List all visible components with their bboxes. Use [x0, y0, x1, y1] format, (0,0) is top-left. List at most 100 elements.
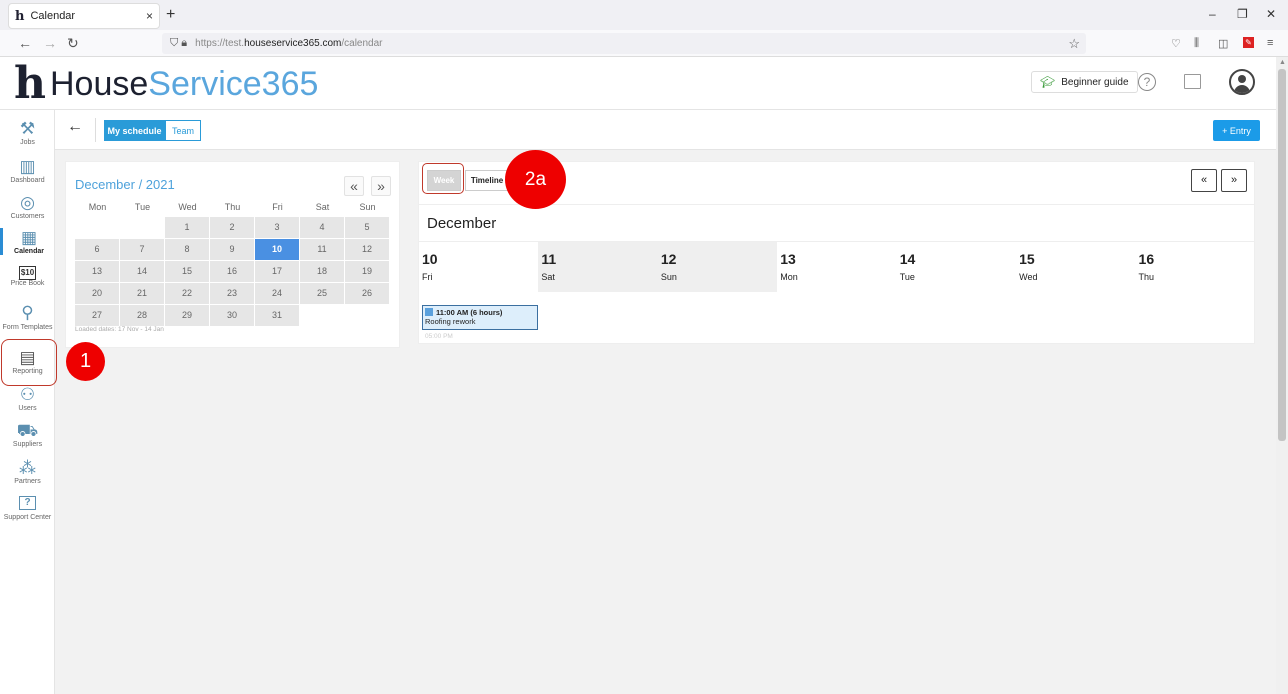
- day-cell[interactable]: 16: [210, 261, 254, 282]
- day-cell[interactable]: 25: [300, 283, 344, 304]
- scroll-up-icon[interactable]: ▲: [1279, 59, 1286, 66]
- day-header[interactable]: 14 Tue: [897, 242, 1016, 292]
- week-row: 12345: [75, 217, 391, 238]
- prev-week-button[interactable]: «: [1191, 169, 1217, 192]
- page-scrollbar[interactable]: ▲: [1276, 57, 1288, 694]
- day-cell[interactable]: 9: [210, 239, 254, 260]
- partners-icon: ⁂: [19, 458, 36, 477]
- timeline-view-button[interactable]: Timeline: [465, 170, 509, 191]
- sidebar-item-suppliers[interactable]: ⛟ Suppliers: [0, 421, 55, 448]
- sidebar-item-label: Suppliers: [12, 441, 43, 448]
- day-cell[interactable]: 6: [75, 239, 119, 260]
- team-button[interactable]: Team: [165, 120, 201, 141]
- day-cell[interactable]: 2: [210, 217, 254, 238]
- day-cell[interactable]: 15: [165, 261, 209, 282]
- day-cell[interactable]: 4: [300, 217, 344, 238]
- file-icon[interactable]: [1184, 74, 1201, 89]
- bookmark-star-icon[interactable]: ☆: [1068, 36, 1080, 52]
- app-logo[interactable]: h House Service365: [14, 62, 318, 106]
- day-cell[interactable]: 18: [300, 261, 344, 282]
- day-columns: 10 Fri 11 Sat 12 Sun 13 Mon 14 Tue 15 Wed 16 Thu: [419, 242, 1255, 292]
- prev-month-button[interactable]: «: [344, 176, 364, 196]
- sidebar-item-support-center[interactable]: ? Support Center: [0, 496, 55, 522]
- day-header[interactable]: 11 Sat: [538, 242, 658, 292]
- window-close-icon[interactable]: ✕: [1266, 7, 1276, 21]
- sidebar-item-form-templates[interactable]: ⚲ Form Templates: [0, 303, 55, 332]
- day-cell[interactable]: 26: [345, 283, 389, 304]
- close-tab-icon[interactable]: ×: [146, 9, 153, 23]
- calendar-event[interactable]: 11:00 AM (6 hours) Roofing rework: [422, 305, 538, 330]
- restore-icon[interactable]: ❐: [1237, 7, 1248, 21]
- minimize-icon[interactable]: –: [1209, 7, 1216, 21]
- sidebar-item-price-book[interactable]: $10 Price Book: [0, 266, 55, 287]
- day-cell[interactable]: 11: [300, 239, 344, 260]
- week-row: 20 21 22 23 24 25 26: [75, 283, 391, 304]
- sidebar-item-users[interactable]: ⚇ Users: [0, 385, 55, 412]
- day-cell[interactable]: 30: [210, 305, 254, 326]
- day-cell[interactable]: 28: [120, 305, 164, 326]
- address-field[interactable]: ⛉ 🔒︎ https://test. houseservice365.com/ca…: [162, 33, 1086, 54]
- sidebar-item-customers[interactable]: ◎ Customers: [0, 193, 55, 220]
- day-cell[interactable]: 19: [345, 261, 389, 282]
- day-cell[interactable]: 20: [75, 283, 119, 304]
- favicon-icon: h: [15, 8, 25, 24]
- browser-tab[interactable]: h Calendar ×: [8, 3, 160, 29]
- day-cell[interactable]: 22: [165, 283, 209, 304]
- help-icon[interactable]: ?: [1138, 73, 1156, 91]
- job-icon: [425, 308, 433, 316]
- day-cell[interactable]: 1: [165, 217, 209, 238]
- day-header[interactable]: 15 Wed: [1016, 242, 1135, 292]
- day-cell[interactable]: 13: [75, 261, 119, 282]
- day-header[interactable]: 16 Thu: [1136, 242, 1255, 292]
- day-cell[interactable]: 7: [120, 239, 164, 260]
- back-arrow-icon[interactable]: ←: [18, 35, 32, 51]
- day-cell[interactable]: 29: [165, 305, 209, 326]
- menu-icon[interactable]: ≡: [1267, 37, 1273, 49]
- sidebar-item-partners[interactable]: ⁂ Partners: [0, 458, 55, 485]
- next-week-button[interactable]: »: [1221, 169, 1247, 192]
- sidebar-item-label: Dashboard: [10, 177, 45, 184]
- day-cell[interactable]: 8: [165, 239, 209, 260]
- event-time: 11:00 AM (6 hours): [436, 308, 503, 317]
- day-cell[interactable]: 17: [255, 261, 299, 282]
- day-header[interactable]: 12 Sun: [657, 242, 778, 292]
- next-month-button[interactable]: »: [371, 176, 391, 196]
- day-name: Sun: [660, 272, 677, 282]
- add-entry-button[interactable]: + Entry: [1213, 120, 1260, 141]
- sidebar-item-jobs[interactable]: ⚒ Jobs: [0, 119, 55, 146]
- sidebar-toggle-icon[interactable]: ◫: [1218, 37, 1228, 50]
- day-header[interactable]: 10 Fri: [419, 242, 538, 292]
- beginner-guide-button[interactable]: 🎓︎ Beginner guide: [1031, 71, 1138, 93]
- scrollbar-thumb[interactable]: [1278, 69, 1286, 441]
- reload-icon[interactable]: ↻: [67, 35, 79, 52]
- day-number: 11: [541, 251, 557, 267]
- day-cell[interactable]: 10: [255, 239, 299, 260]
- event-title: Roofing rework: [425, 317, 476, 326]
- day-cell[interactable]: 24: [255, 283, 299, 304]
- back-arrow-icon[interactable]: ←: [67, 118, 83, 136]
- sidebar-item-calendar[interactable]: ▦ Calendar: [0, 228, 55, 255]
- day-cell[interactable]: 31: [255, 305, 299, 326]
- new-tab-button[interactable]: +: [166, 6, 175, 24]
- sidebar-item-dashboard[interactable]: ▥ Dashboard: [0, 157, 55, 184]
- library-icon[interactable]: ⫼: [1194, 37, 1199, 50]
- pocket-icon[interactable]: ♡: [1171, 37, 1181, 50]
- day-cell[interactable]: 3: [255, 217, 299, 238]
- forward-arrow-icon[interactable]: →: [43, 35, 57, 51]
- day-cell[interactable]: 14: [120, 261, 164, 282]
- my-schedule-button[interactable]: My schedule: [104, 120, 165, 141]
- extension-icon[interactable]: ✎: [1243, 37, 1254, 48]
- day-cell[interactable]: 27: [75, 305, 119, 326]
- day-header[interactable]: 13 Mon: [777, 242, 896, 292]
- price-tag-icon: $10: [19, 266, 36, 280]
- day-cell[interactable]: 5: [345, 217, 389, 238]
- beginner-guide-label: Beginner guide: [1061, 76, 1129, 88]
- day-name: Mon: [780, 272, 798, 282]
- mini-calendar-body: 1 2 3 4 5 6 7 8 9 10 11 12 13 14 15 16 17 18 19 20 21 22 23 24 2…: [75, 217, 391, 326]
- day-cell[interactable]: 12: [345, 239, 389, 260]
- user-avatar-icon[interactable]: [1229, 69, 1255, 95]
- support-icon: ?: [19, 496, 36, 510]
- day-cell[interactable]: 23: [210, 283, 254, 304]
- week-highlight-box: [422, 163, 464, 194]
- day-cell[interactable]: 21: [120, 283, 164, 304]
